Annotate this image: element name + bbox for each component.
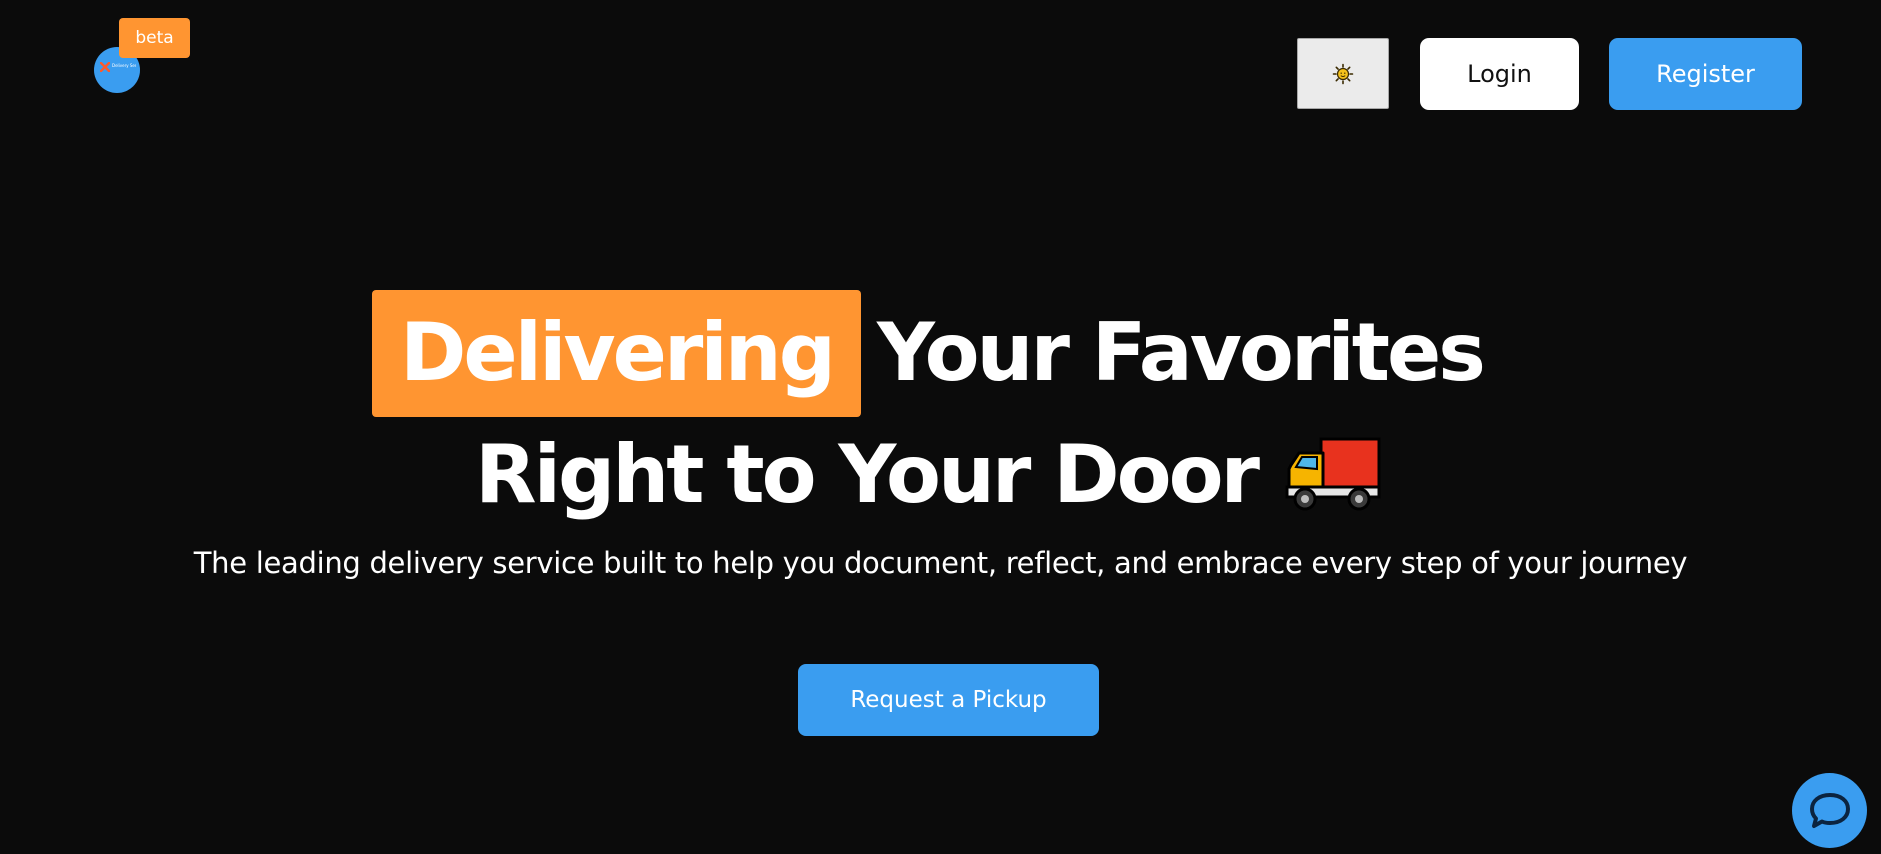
sun-icon (1332, 63, 1354, 84)
hero-heading-text-2: Right to Your Door (475, 428, 1260, 521)
logo-text: Delivery Service (112, 63, 136, 68)
request-pickup-button[interactable]: Request a Pickup (798, 664, 1099, 736)
hero-heading-line-2: Right to Your Door (475, 420, 1381, 530)
beta-badge: beta (119, 18, 190, 58)
chat-widget-button[interactable] (1792, 773, 1867, 848)
hero-heading-text-1: Your Favorites (877, 306, 1486, 399)
login-button[interactable]: Login (1420, 38, 1579, 110)
hero-subtitle: The leading delivery service built to he… (193, 546, 1688, 580)
chat-bubble-icon (1809, 792, 1850, 828)
hero-highlight-word: Delivering (399, 306, 836, 399)
hero-heading-line-1: Delivering Your Favorites (0, 290, 1881, 418)
landing-page: Delivery Service beta Login Register Del… (0, 0, 1881, 854)
delivery-truck-icon (1285, 437, 1381, 511)
theme-toggle-button[interactable] (1297, 38, 1389, 109)
register-button[interactable]: Register (1609, 38, 1802, 110)
logo-mark-icon (100, 62, 110, 72)
